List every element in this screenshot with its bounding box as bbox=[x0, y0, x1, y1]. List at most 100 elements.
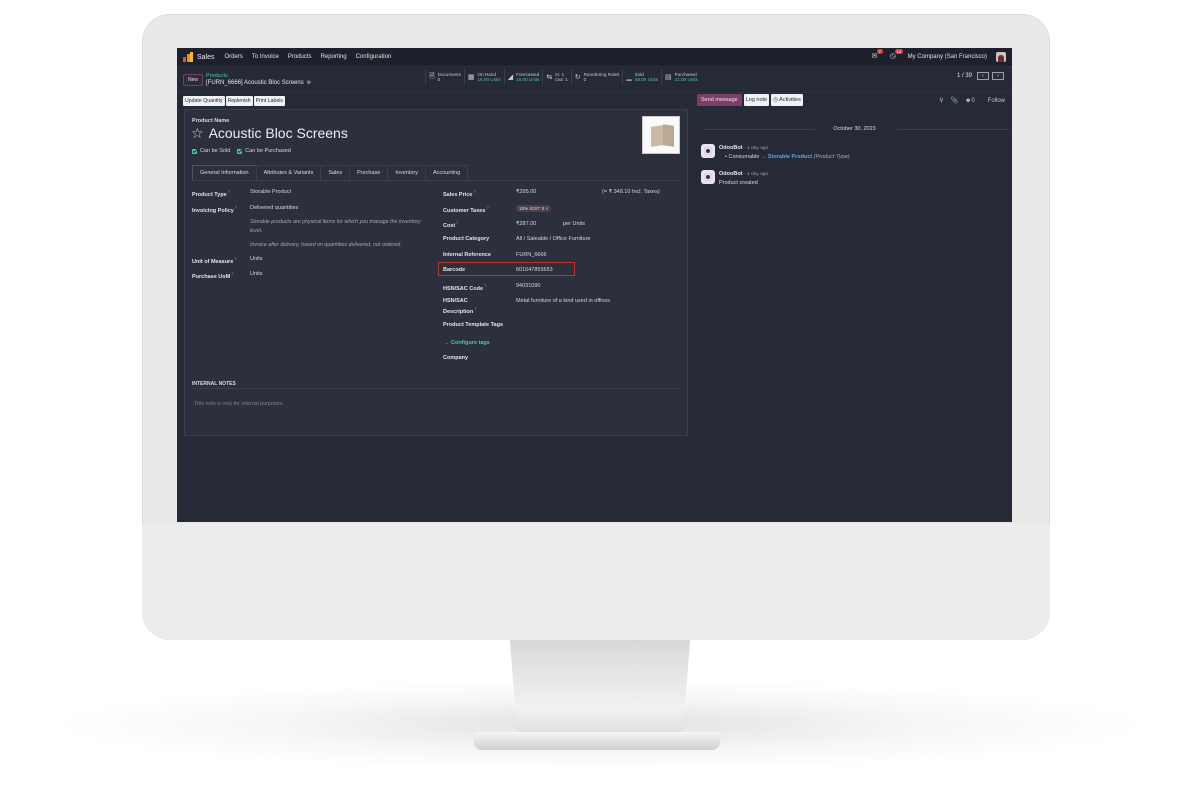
pager-previous-button[interactable]: ‹ bbox=[977, 72, 989, 80]
can-be-purchased-label: Can be Purchased bbox=[245, 148, 291, 154]
tax-tag[interactable]: 18% IGST S × bbox=[516, 205, 552, 212]
product-category-field[interactable]: All / Saleable / Office Furniture bbox=[516, 236, 591, 242]
odoobot-avatar bbox=[701, 144, 715, 158]
file-icon: 🗎 bbox=[429, 72, 435, 80]
internal-notes-title: INTERNAL NOTES bbox=[192, 381, 236, 387]
sales-price-field[interactable]: ₹295.00 bbox=[516, 189, 536, 195]
activities-button[interactable]: ◷ Activities bbox=[771, 94, 803, 106]
menu-to-invoice[interactable]: To Invoice bbox=[252, 54, 279, 60]
activities-clock-icon[interactable]: ◷ 14 bbox=[890, 49, 904, 61]
sales-app-icon[interactable] bbox=[183, 52, 193, 62]
smart-button-documents[interactable]: 🗎 Documents 0 bbox=[425, 69, 464, 85]
smart-value: 0 bbox=[437, 77, 441, 82]
product-image[interactable] bbox=[642, 116, 680, 154]
menu-products[interactable]: Products bbox=[288, 54, 312, 60]
uom-field[interactable]: Units bbox=[250, 256, 263, 262]
arrow-right-icon: → bbox=[760, 154, 768, 160]
tracking-new-value: Storable Product bbox=[767, 154, 813, 160]
smart-button-reordering[interactable]: ↻ Reordering Rules 0 bbox=[570, 69, 623, 85]
tab-purchase[interactable]: Purchase bbox=[349, 165, 389, 180]
can-be-sold-checkbox[interactable]: Can be Sold bbox=[192, 148, 230, 154]
smart-button-on-hand[interactable]: ▦ On Hand 16.00 Units bbox=[463, 69, 504, 85]
messages-badge: 7 bbox=[876, 49, 883, 54]
form-tabs: General Information Attributes & Variant… bbox=[192, 165, 469, 180]
menu-configuration[interactable]: Configuration bbox=[356, 54, 392, 60]
hsn-description-label-line1: HSN/SAC bbox=[443, 298, 468, 304]
purchase-uom-label: Purchase UoM? bbox=[192, 271, 234, 280]
product-template-tags-label: Product Template Tags bbox=[443, 322, 504, 328]
monitor-stand bbox=[509, 638, 691, 738]
followers-button[interactable]: ☻0 bbox=[965, 98, 975, 104]
send-message-button[interactable]: Send message bbox=[697, 94, 742, 106]
follow-button[interactable]: Follow bbox=[988, 98, 1005, 104]
sales-price-incl-taxes: (= ₹ 348.10 Incl. Taxes) bbox=[602, 189, 660, 195]
gear-icon[interactable]: ⚙ bbox=[307, 80, 311, 86]
message-time: - 1 day ago bbox=[744, 146, 769, 151]
chatter-icons: ⚲ 📎 ☻0 Follow bbox=[939, 97, 1005, 105]
new-button[interactable]: New bbox=[183, 73, 204, 86]
messages-icon[interactable]: ✉ 7 bbox=[872, 49, 883, 61]
hsn-description-label-line2: Description? bbox=[443, 306, 477, 315]
message-author[interactable]: OdooBot bbox=[719, 171, 743, 177]
replenish-button[interactable]: Replenish bbox=[225, 96, 253, 106]
smart-button-purchased[interactable]: ▤ Purchased 21.00 Units bbox=[661, 69, 701, 85]
can-be-sold-label: Can be Sold bbox=[200, 148, 231, 154]
message-author[interactable]: OdooBot bbox=[719, 145, 743, 151]
tab-attributes-variants[interactable]: Attributes & Variants bbox=[255, 165, 322, 180]
tracking-field-name: (Product Type) bbox=[813, 154, 850, 160]
purchase-uom-field[interactable]: Units bbox=[250, 271, 263, 277]
monitor-base bbox=[474, 732, 720, 750]
cost-field[interactable]: ₹287.00 bbox=[516, 221, 536, 227]
tab-accounting[interactable]: Accounting bbox=[424, 165, 469, 180]
app-name[interactable]: Sales bbox=[197, 54, 215, 61]
update-quantity-button[interactable]: Update Quantity bbox=[183, 96, 225, 106]
smart-button-sold[interactable]: ▁ Sold 48.00 Units bbox=[622, 69, 661, 85]
breadcrumb-current: [FURN_6666] Acoustic Bloc Screens bbox=[206, 79, 304, 86]
cost-label: Cost? bbox=[443, 220, 459, 229]
breadcrumb: Products [FURN_6666] Acoustic Bloc Scree… bbox=[206, 73, 311, 87]
log-note-button[interactable]: Log note bbox=[743, 94, 770, 106]
invoicing-policy-field[interactable]: Delivered quantities bbox=[250, 205, 298, 211]
company-switcher[interactable]: My Company (San Francisco) bbox=[908, 54, 987, 60]
pager-next-button[interactable]: › bbox=[992, 72, 1004, 80]
favorite-star-icon[interactable]: ☆ bbox=[191, 126, 204, 140]
tab-sales[interactable]: Sales bbox=[320, 165, 351, 180]
tracking-old-value: Consumable bbox=[728, 154, 760, 160]
exchange-icon: ⇆ bbox=[546, 74, 553, 81]
barcode-field[interactable]: 601647855653 bbox=[516, 267, 553, 273]
title-row: ☆ Acoustic Bloc Screens bbox=[191, 125, 348, 141]
menu-reporting[interactable]: Reporting bbox=[321, 54, 347, 60]
configure-tags-link[interactable]: → Configure tags bbox=[444, 340, 490, 346]
menu-orders[interactable]: Orders bbox=[225, 54, 243, 60]
tracking-value: • Consumable → Storable Product (Product… bbox=[725, 154, 850, 160]
product-type-field[interactable]: Storable Product bbox=[250, 189, 291, 195]
internal-notes-input[interactable]: This note is only for internal purposes. bbox=[194, 401, 284, 407]
tab-divider bbox=[192, 180, 680, 181]
can-be-purchased-checkbox[interactable]: Can be Purchased bbox=[237, 148, 291, 154]
smart-value: 16.00 Units bbox=[477, 77, 501, 82]
product-name-field[interactable]: Acoustic Bloc Screens bbox=[209, 125, 348, 141]
hsn-code-field[interactable]: 94031090 bbox=[516, 283, 540, 289]
odoobot-avatar bbox=[701, 170, 715, 184]
search-icon[interactable]: ⚲ bbox=[939, 97, 943, 104]
paperclip-icon[interactable]: 📎 bbox=[951, 97, 958, 104]
smart-button-forecasted[interactable]: ◢ Forecasted 16.00 Units bbox=[503, 69, 543, 85]
top-navbar: Sales Orders To Invoice Products Reporti… bbox=[177, 48, 1012, 67]
smart-value: 48.00 Units bbox=[634, 77, 659, 82]
smart-button-in-out[interactable]: ⇆ In: 1 Out: 1 bbox=[542, 69, 570, 85]
tab-general-information[interactable]: General Information bbox=[192, 165, 257, 180]
print-labels-button[interactable]: Print Labels bbox=[253, 96, 285, 106]
pager-value[interactable]: 1 / 39 bbox=[957, 73, 972, 79]
user-avatar[interactable] bbox=[996, 52, 1006, 62]
uom-label: Unit of Measure? bbox=[192, 256, 237, 265]
product-flags: Can be Sold Can be Purchased bbox=[192, 148, 291, 154]
refresh-icon: ↻ bbox=[574, 74, 581, 81]
sales-price-label: Sales Price? bbox=[443, 189, 476, 198]
tab-inventory[interactable]: Inventory bbox=[387, 165, 426, 180]
internal-reference-field[interactable]: FURN_6666 bbox=[516, 252, 547, 258]
smart-buttons: 🗎 Documents 0 ▦ On Hand 16.00 Units ◢ Forecas… bbox=[425, 69, 701, 87]
hsn-description-field[interactable]: Metal furniture of a kind used in office… bbox=[516, 298, 610, 304]
pager: 1 / 39 ‹ › bbox=[957, 72, 1004, 80]
breadcrumb-products[interactable]: Products bbox=[206, 73, 311, 80]
chatter-panel: Send message Log note ◷ Activities ⚲ 📎 ☻… bbox=[697, 94, 1012, 522]
